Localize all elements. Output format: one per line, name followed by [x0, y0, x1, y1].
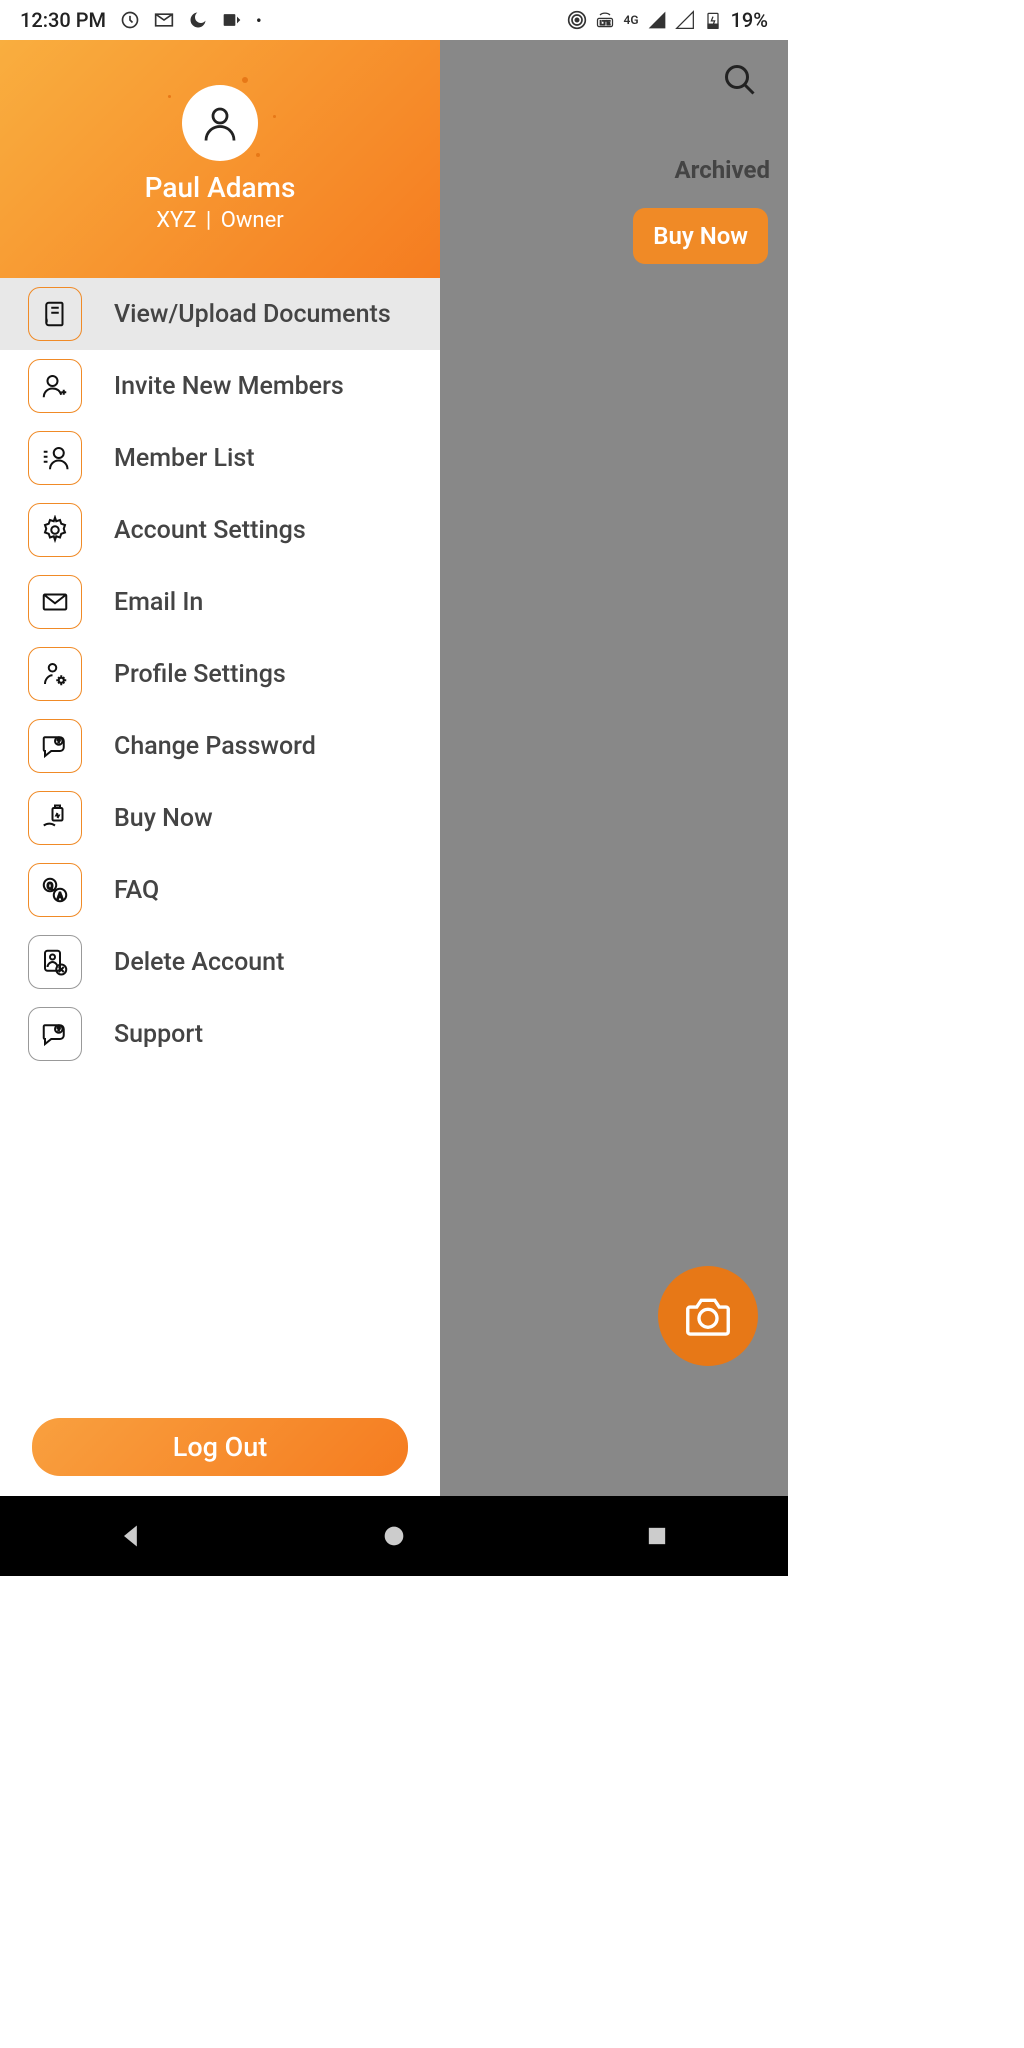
document-icon — [28, 287, 82, 341]
status-time: 12:30 PM — [20, 8, 106, 32]
back-button[interactable] — [117, 1522, 145, 1550]
svg-text:A: A — [57, 892, 63, 902]
user-delete-icon — [28, 935, 82, 989]
role-separator: | — [206, 208, 211, 233]
sync-icon — [120, 10, 140, 30]
drawer-item-label: Delete Account — [114, 948, 284, 977]
volte-icon: LTE — [595, 10, 615, 30]
camera-fab[interactable] — [658, 1266, 758, 1366]
qa-icon: QA — [28, 863, 82, 917]
user-avatar[interactable] — [182, 85, 258, 161]
user-role: Owner — [221, 208, 284, 233]
svg-text:Q: Q — [47, 882, 53, 892]
battery-icon — [703, 10, 723, 30]
svg-text:LTE: LTE — [600, 19, 611, 27]
drawer-item-label: Change Password — [114, 732, 316, 761]
member-list-icon — [28, 431, 82, 485]
android-navbar — [0, 1496, 788, 1576]
buy-now-label: Buy Now — [653, 222, 748, 250]
logout-button[interactable]: Log Out — [32, 1418, 408, 1476]
drawer-header: Paul Adams XYZ | Owner — [0, 40, 440, 278]
user-plus-icon — [28, 359, 82, 413]
buy-icon — [28, 791, 82, 845]
drawer-item-email-in[interactable]: Email In — [0, 566, 440, 638]
navigation-drawer: Paul Adams XYZ | Owner View/Upload Docum… — [0, 40, 440, 1496]
drawer-item-change-password[interactable]: ? Change Password — [0, 710, 440, 782]
drawer-item-profile-settings[interactable]: Profile Settings — [0, 638, 440, 710]
drawer-item-account-settings[interactable]: Account Settings — [0, 494, 440, 566]
drawer-item-label: Email In — [114, 588, 203, 617]
gear-icon — [28, 503, 82, 557]
drawer-item-member-list[interactable]: Member List — [0, 422, 440, 494]
user-role-line: XYZ | Owner — [156, 208, 283, 233]
drawer-item-label: Invite New Members — [114, 372, 344, 401]
home-button[interactable] — [380, 1522, 408, 1550]
signal-icon — [647, 10, 667, 30]
drawer-item-label: Buy Now — [114, 804, 213, 833]
chat-question-icon: ? — [28, 719, 82, 773]
moon-icon — [188, 10, 208, 30]
network-4g-label: 4G — [623, 13, 638, 27]
logout-label: Log Out — [173, 1431, 268, 1463]
drawer-item-label: Member List — [114, 444, 255, 473]
svg-text:?: ? — [57, 738, 60, 746]
mail-icon — [154, 10, 174, 30]
person-icon — [199, 102, 241, 144]
user-org: XYZ — [156, 208, 196, 233]
camera-icon — [681, 1289, 735, 1343]
drawer-item-label: FAQ — [114, 876, 159, 905]
drawer-item-label: Support — [114, 1020, 203, 1049]
battery-percent: 19% — [731, 8, 768, 32]
user-name: Paul Adams — [145, 171, 296, 204]
tab-archived[interactable]: Archived — [675, 156, 770, 184]
envelope-icon — [28, 575, 82, 629]
drawer-item-delete-account[interactable]: Delete Account — [0, 926, 440, 998]
drawer-item-label: View/Upload Documents — [114, 300, 391, 329]
user-gear-icon — [28, 647, 82, 701]
hotspot-icon — [567, 10, 587, 30]
svg-text:?: ? — [57, 1026, 60, 1034]
outlook-icon — [222, 10, 242, 30]
drawer-item-label: Profile Settings — [114, 660, 286, 689]
chat-question-icon: ? — [28, 1007, 82, 1061]
buy-now-button-backdrop[interactable]: Buy Now — [633, 208, 768, 264]
drawer-item-faq[interactable]: QA FAQ — [0, 854, 440, 926]
status-dot: • — [256, 11, 262, 30]
signal-empty-icon — [675, 10, 695, 30]
search-icon[interactable] — [722, 62, 758, 98]
drawer-item-invite[interactable]: Invite New Members — [0, 350, 440, 422]
drawer-item-support[interactable]: ? Support — [0, 998, 440, 1070]
drawer-item-buy-now[interactable]: Buy Now — [0, 782, 440, 854]
recents-button[interactable] — [643, 1522, 671, 1550]
drawer-item-label: Account Settings — [114, 516, 306, 545]
drawer-item-documents[interactable]: View/Upload Documents — [0, 278, 440, 350]
drawer-items: View/Upload Documents Invite New Members… — [0, 278, 440, 1406]
status-bar: 12:30 PM • LTE 4G 19% — [0, 0, 788, 40]
